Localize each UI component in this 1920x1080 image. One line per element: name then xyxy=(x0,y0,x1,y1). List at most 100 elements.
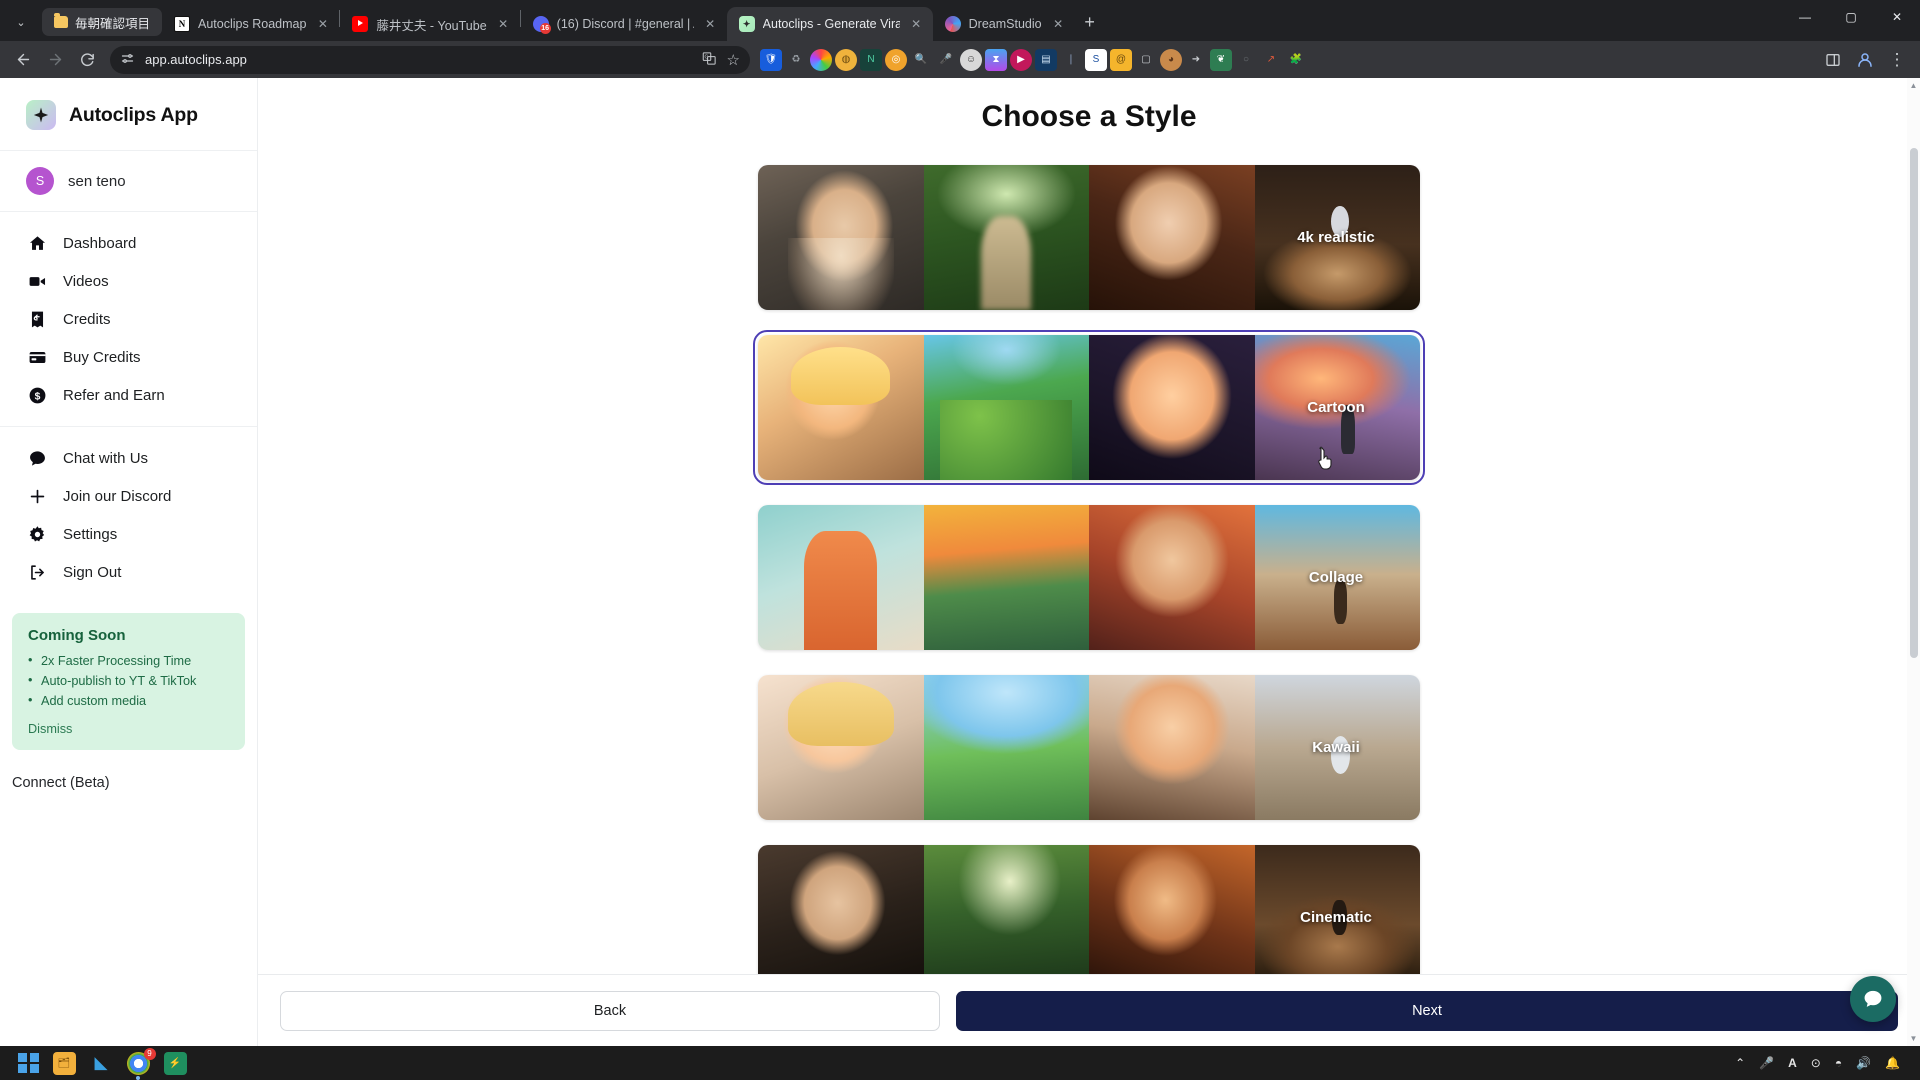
windows-start-icon[interactable] xyxy=(18,1052,39,1074)
minimize-button[interactable]: — xyxy=(1782,0,1828,34)
split-view-icon[interactable] xyxy=(1818,45,1848,75)
coin-icon[interactable]: ◍ xyxy=(835,48,857,71)
vscode-icon[interactable]: ◣ xyxy=(90,1052,113,1075)
scrollbar-thumb[interactable] xyxy=(1910,148,1918,658)
browser-tab-0[interactable]: N Autoclips Roadmap ✕ xyxy=(162,7,339,41)
address-bar[interactable]: app.autoclips.app G ☆ xyxy=(110,45,750,74)
site-settings-icon[interactable] xyxy=(120,51,135,69)
browser-menu-icon[interactable]: ⋮ xyxy=(1882,45,1912,75)
tab-close-icon[interactable]: ✕ xyxy=(702,16,719,33)
style-card-wrap-4k-realistic[interactable]: 4k realistic xyxy=(753,160,1425,315)
sidebar-item-dashboard[interactable]: Dashboard xyxy=(0,224,257,262)
style-card-wrap-cinematic[interactable]: Cinematic xyxy=(753,840,1425,974)
style-card-wrap-kawaii[interactable]: Kawaii xyxy=(753,670,1425,825)
connect-beta-link[interactable]: Connect (Beta) xyxy=(0,750,257,791)
style-card-wrap-collage[interactable]: Collage xyxy=(753,500,1425,655)
close-window-button[interactable]: ✕ xyxy=(1874,0,1920,34)
style-card-wrap-cartoon[interactable]: Cartoon xyxy=(753,330,1425,485)
tab-close-icon[interactable]: ✕ xyxy=(314,16,331,33)
style-card-cartoon[interactable]: Cartoon xyxy=(758,335,1420,480)
sidebar-item-label: Chat with Us xyxy=(63,449,149,467)
recycle-icon[interactable]: ♻ xyxy=(785,49,807,71)
tab-title: Autoclips - Generate Viral TikTo xyxy=(762,17,900,31)
translate-icon[interactable]: G xyxy=(702,51,717,69)
brand-header[interactable]: Autoclips App xyxy=(0,78,257,151)
dismiss-button[interactable]: Dismiss xyxy=(28,722,229,736)
tab-close-icon[interactable]: ✕ xyxy=(495,16,512,33)
sidebar-item-refer-and-earn[interactable]: $ Refer and Earn xyxy=(0,376,257,414)
support-chat-widget[interactable] xyxy=(1850,976,1896,1022)
tab-close-icon[interactable]: ✕ xyxy=(908,16,925,33)
screenshot-icon[interactable]: S xyxy=(1085,48,1107,71)
style-card-kawaii[interactable]: Kawaii xyxy=(758,675,1420,820)
arrow-icon[interactable]: ➜ xyxy=(1185,49,1207,71)
sidebar-item-videos[interactable]: Videos xyxy=(0,262,257,300)
pen-icon[interactable]: ❘ xyxy=(1060,49,1082,71)
scroll-down-arrow-icon[interactable]: ▼ xyxy=(1909,1034,1918,1043)
bookmark-star-icon[interactable]: ☆ xyxy=(727,51,740,69)
bitwarden-icon[interactable]: 🛡 xyxy=(760,48,782,71)
browser-tab-4[interactable]: DreamStudio ✕ xyxy=(933,7,1075,41)
style-preview-pane xyxy=(923,335,1089,480)
style-preview-pane xyxy=(1089,335,1255,480)
volume-icon[interactable]: 🔊 xyxy=(1856,1056,1871,1070)
bookmark-item-morning[interactable]: 毎朝確認項目 xyxy=(42,8,163,36)
sidebar-item-settings[interactable]: Settings xyxy=(0,515,257,553)
frame-icon[interactable]: ▢ xyxy=(1135,49,1157,71)
page-scrollbar[interactable]: ▲ ▼ xyxy=(1907,78,1920,1046)
browser-tab-1[interactable]: 藤井丈夫 - YouTube ✕ xyxy=(340,7,519,41)
back-button[interactable]: Back xyxy=(280,990,940,1031)
next-button[interactable]: Next xyxy=(956,990,1898,1031)
sidebar-item-sign-out[interactable]: Sign Out xyxy=(0,553,257,591)
file-explorer-icon[interactable]: 🗂 xyxy=(52,1051,76,1075)
book-icon[interactable]: ▤ xyxy=(1035,48,1057,71)
user-profile-row[interactable]: S sen teno xyxy=(0,151,257,212)
forward-icon[interactable] xyxy=(40,45,70,75)
style-preview-pane xyxy=(923,505,1089,650)
profile-icon[interactable] xyxy=(1850,45,1880,75)
style-card-collage[interactable]: Collage xyxy=(758,505,1420,650)
sidebar-item-credits[interactable]: Credits xyxy=(0,300,257,338)
puzzle-icon[interactable]: 🧩 xyxy=(1285,49,1307,71)
share-icon[interactable]: ↗ xyxy=(1260,49,1282,71)
sidebar-item-buy-credits[interactable]: Buy Credits xyxy=(0,338,257,376)
color-wheel-icon[interactable] xyxy=(810,48,832,71)
language-icon[interactable]: A xyxy=(1788,1056,1797,1070)
list-item: 2x Faster Processing Time xyxy=(28,650,229,671)
record-icon[interactable]: ▶ xyxy=(1010,48,1032,71)
tab-search-chevron-icon[interactable]: ⌄ xyxy=(4,7,38,37)
browser-tab-3-active[interactable]: ✦ Autoclips - Generate Viral TikTo ✕ xyxy=(726,7,933,41)
circle-icon[interactable]: ○ xyxy=(1235,49,1257,71)
coming-soon-title: Coming Soon xyxy=(28,627,126,644)
tab-close-icon[interactable]: ✕ xyxy=(1050,16,1067,33)
leaf-icon[interactable]: ❦ xyxy=(1210,48,1232,71)
svg-text:G: G xyxy=(704,54,708,60)
chrome-icon[interactable]: 9 xyxy=(126,1047,156,1080)
ime-icon[interactable]: ⊙ xyxy=(1811,1056,1821,1070)
scroll-up-arrow-icon[interactable]: ▲ xyxy=(1909,81,1918,90)
swirl-icon[interactable]: @ xyxy=(1110,48,1132,71)
notion-ext-icon[interactable]: N xyxy=(860,48,882,71)
hourglass-icon[interactable]: ⧗ xyxy=(985,48,1007,71)
maximize-button[interactable]: ▢ xyxy=(1828,0,1874,34)
smiley-icon[interactable]: ☺ xyxy=(960,48,982,71)
notifications-icon[interactable]: 🔔 xyxy=(1885,1056,1900,1070)
sidebar-item-join-discord[interactable]: Join our Discord xyxy=(0,477,257,515)
magnify-icon[interactable]: 🔍 xyxy=(910,49,932,71)
style-preview-pane xyxy=(1089,845,1255,974)
compass-icon[interactable]: ◎ xyxy=(885,48,907,71)
wifi-icon[interactable]: ◓ xyxy=(1835,1056,1842,1070)
new-tab-button[interactable]: + xyxy=(1075,7,1105,37)
microphone-icon[interactable]: 🎤 xyxy=(1759,1056,1774,1070)
back-icon[interactable] xyxy=(8,45,38,75)
app-sidebar: Autoclips App S sen teno Dashboard Video… xyxy=(0,78,258,1046)
show-hidden-icons[interactable]: ⌃ xyxy=(1735,1056,1745,1070)
style-card-4k-realistic[interactable]: 4k realistic xyxy=(758,165,1420,310)
bolt-app-icon[interactable]: ⚡ xyxy=(163,1051,187,1075)
browser-tab-2[interactable]: 16 (16) Discord | #general | Autocli ✕ xyxy=(521,7,727,41)
style-card-cinematic[interactable]: Cinematic xyxy=(758,845,1420,974)
sidebar-item-chat-with-us[interactable]: Chat with Us xyxy=(0,439,257,477)
reload-icon[interactable] xyxy=(72,45,102,75)
cookie-icon[interactable]: ◕ xyxy=(1160,48,1182,71)
microphone-icon[interactable]: 🎤 xyxy=(935,49,957,71)
